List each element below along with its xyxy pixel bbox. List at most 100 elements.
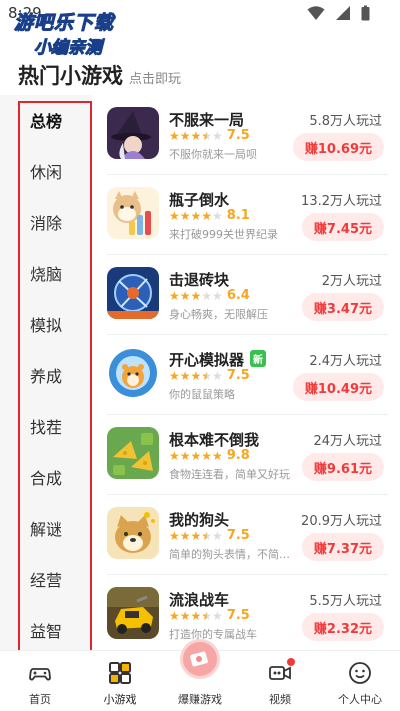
sidebar-item-4[interactable]: 模拟 xyxy=(20,299,90,349)
money-icon[interactable] xyxy=(180,639,220,679)
rating-stars-icon: ★★★★★ xyxy=(169,528,223,543)
earn-button[interactable]: 赚7.37元 xyxy=(301,533,384,561)
nav-item-4[interactable]: 个人中心 xyxy=(320,651,400,711)
game-description: 打造你的专属战车 xyxy=(169,628,257,641)
game-name: 流浪战车 xyxy=(169,591,230,609)
players-count: 13.2万人玩过 xyxy=(301,194,382,209)
game-description: 你的鼠鼠策略 xyxy=(169,388,235,401)
rating-score: 7.5 xyxy=(226,608,250,623)
earn-button[interactable]: 赚9.61元 xyxy=(301,453,384,481)
nav-label: 爆赚游戏 xyxy=(178,693,222,706)
players-count: 5.8万人玩过 xyxy=(309,114,382,129)
rating-stars-icon: ★★★★★ xyxy=(169,128,223,143)
sidebar-item-10[interactable]: 益智 xyxy=(20,605,90,655)
nav-item-3[interactable]: 视频 xyxy=(240,651,320,711)
game-rating: ★★★★★ 7.5 xyxy=(169,608,250,623)
rating-stars-icon: ★★★★★ xyxy=(169,608,223,623)
players-count: 20.9万人玩过 xyxy=(301,514,382,529)
game-description: 简单的狗头表情，不简单的玩法 xyxy=(169,548,299,561)
battle-car-icon[interactable] xyxy=(107,587,159,639)
rating-score: 7.5 xyxy=(226,528,250,543)
rating-stars-icon: ★★★★★ xyxy=(169,208,223,223)
new-badge: 新 xyxy=(250,350,267,367)
players-count: 2万人玩过 xyxy=(321,274,382,289)
rating-score: 7.5 xyxy=(226,128,250,143)
game-row[interactable]: 不服来一局 ★★★★★ 7.5 不服你就来一局呗 5.8万人玩过 赚10.69元 xyxy=(92,95,400,175)
sidebar-item-9[interactable]: 经营 xyxy=(20,554,90,604)
sidebar-item-2[interactable]: 消除 xyxy=(20,197,90,247)
nav-label: 小游戏 xyxy=(103,693,137,706)
doge-head-icon[interactable] xyxy=(107,507,159,559)
rating-score: 7.5 xyxy=(226,368,250,383)
nav-item-0[interactable]: 首页 xyxy=(0,651,80,711)
game-rating: ★★★★★ 9.8 xyxy=(169,448,250,463)
sidebar-item-8[interactable]: 解谜 xyxy=(20,503,90,553)
earn-button[interactable]: 赚3.47元 xyxy=(301,293,384,321)
nav-item-1[interactable]: 小游戏 xyxy=(80,651,160,711)
nav-label: 个人中心 xyxy=(338,693,382,706)
notification-dot xyxy=(287,658,295,666)
status-icons xyxy=(307,5,370,21)
hamster-gear-icon[interactable] xyxy=(107,347,159,399)
rating-stars-icon: ★★★★★ xyxy=(169,368,223,383)
game-name: 不服来一局 xyxy=(169,111,245,129)
grid-icon[interactable] xyxy=(108,661,132,685)
watermark-logo: 游吧乐下载 小编亲测 xyxy=(13,12,115,59)
game-description: 不服你就来一局呗 xyxy=(169,148,257,161)
signal-icon xyxy=(336,6,350,20)
game-row[interactable]: 击退砖块 ★★★★★ 6.4 身心畅爽，无限解压 2万人玩过 赚3.47元 xyxy=(92,255,400,335)
wifi-icon xyxy=(307,6,325,20)
game-description: 身心畅爽，无限解压 xyxy=(169,308,268,321)
game-name: 瓶子倒水 xyxy=(169,191,230,209)
rating-stars-icon: ★★★★★ xyxy=(169,288,223,303)
earn-button[interactable]: 赚7.45元 xyxy=(301,213,384,241)
rating-stars-icon: ★★★★★ xyxy=(169,448,223,463)
players-count: 24万人玩过 xyxy=(313,434,382,449)
game-row[interactable]: 流浪战车 ★★★★★ 7.5 打造你的专属战车 5.5万人玩过 赚2.32元 xyxy=(92,575,400,650)
rating-score: 9.8 xyxy=(226,448,250,463)
game-name: 开心模拟器新 xyxy=(169,349,267,370)
gamepad-icon[interactable] xyxy=(28,661,52,685)
game-row[interactable]: 开心模拟器新 ★★★★★ 7.5 你的鼠鼠策略 2.4万人玩过 赚10.49元 xyxy=(92,335,400,415)
game-name: 根本难不倒我 xyxy=(169,431,260,449)
game-description: 来打破999关世界纪录 xyxy=(169,228,278,241)
game-rating: ★★★★★ 7.5 xyxy=(169,528,250,543)
earn-button[interactable]: 赚10.49元 xyxy=(292,373,384,401)
sidebar-item-7[interactable]: 合成 xyxy=(20,452,90,502)
game-rating: ★★★★★ 7.5 xyxy=(169,128,250,143)
nav-label: 首页 xyxy=(29,693,51,706)
game-rating: ★★★★★ 6.4 xyxy=(169,288,250,303)
brick-breaker-icon[interactable] xyxy=(107,267,159,319)
sidebar-item-0[interactable]: 总榜 xyxy=(20,95,90,145)
sidebar-item-6[interactable]: 找茬 xyxy=(20,401,90,451)
players-count: 2.4万人玩过 xyxy=(309,354,382,369)
game-row[interactable]: 根本难不倒我 ★★★★★ 9.8 食物连连看，简单又好玩 24万人玩过 赚9.6… xyxy=(92,415,400,495)
game-name: 击退砖块 xyxy=(169,271,230,289)
nav-label: 视频 xyxy=(269,693,291,706)
sidebar-item-5[interactable]: 养成 xyxy=(20,350,90,400)
game-rating: ★★★★★ 8.1 xyxy=(169,208,250,223)
game-rating: ★★★★★ 7.5 xyxy=(169,368,250,383)
game-row[interactable]: 我的狗头 ★★★★★ 7.5 简单的狗头表情，不简单的玩法 20.9万人玩过 赚… xyxy=(92,495,400,575)
page-subtitle: 点击即玩 xyxy=(129,72,182,87)
game-description: 食物连连看，简单又好玩 xyxy=(169,468,290,481)
game-name: 我的狗头 xyxy=(169,511,230,529)
page-title: 热门小游戏 xyxy=(18,64,123,88)
shiba-bottles-icon[interactable] xyxy=(107,187,159,239)
players-count: 5.5万人玩过 xyxy=(309,594,382,609)
earn-button[interactable]: 赚10.69元 xyxy=(292,133,384,161)
game-row[interactable]: 瓶子倒水 ★★★★★ 8.1 来打破999关世界纪录 13.2万人玩过 赚7.4… xyxy=(92,175,400,255)
battery-icon xyxy=(361,5,370,21)
smiley-icon[interactable] xyxy=(348,661,372,685)
bottom-nav: 首页 小游戏 爆赚游戏 视频 个人中心 xyxy=(0,639,400,711)
sidebar-item-1[interactable]: 休闲 xyxy=(20,146,90,196)
witch-game-icon[interactable] xyxy=(107,107,159,159)
rating-score: 6.4 xyxy=(226,288,250,303)
sidebar-item-3[interactable]: 烧脑 xyxy=(20,248,90,298)
page-header: 热门小游戏 点击即玩 xyxy=(18,60,181,90)
nav-item-2[interactable]: 爆赚游戏 xyxy=(160,639,240,711)
cheese-match-icon[interactable] xyxy=(107,427,159,479)
game-list: 不服来一局 ★★★★★ 7.5 不服你就来一局呗 5.8万人玩过 赚10.69元… xyxy=(92,95,400,650)
rating-score: 8.1 xyxy=(226,208,250,223)
earn-button[interactable]: 赚2.32元 xyxy=(301,613,384,641)
